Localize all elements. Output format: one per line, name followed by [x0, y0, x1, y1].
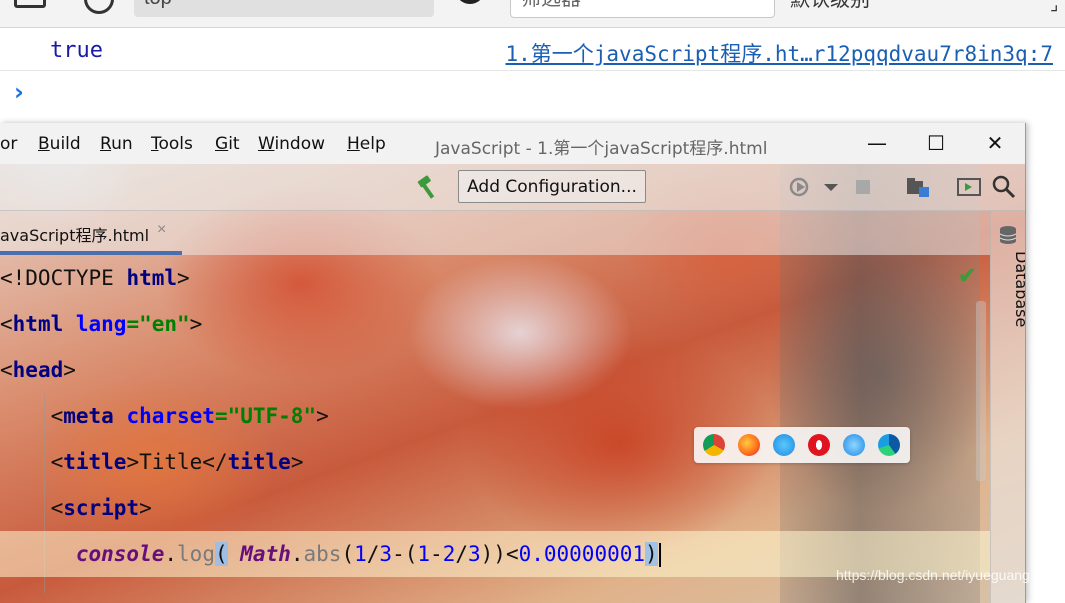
filter-input[interactable]: 筛选器	[510, 0, 775, 18]
menu-tools[interactable]: Tools	[151, 134, 193, 154]
opera-icon[interactable]	[808, 434, 830, 456]
project-structure-icon[interactable]	[904, 173, 932, 201]
no-problems-check-icon[interactable]: ✔	[958, 263, 976, 289]
tab-javascript-file[interactable]: avaScript程序.html ×	[0, 211, 182, 255]
sidebar-toggle-icon[interactable]	[14, 0, 46, 8]
close-tab-icon[interactable]: ×	[157, 221, 166, 239]
clear-console-icon[interactable]	[84, 0, 114, 14]
ide-window: or Build Run Tools Git Window Help JavaS…	[0, 123, 1026, 603]
devtools-toolbar: top 筛选器 默认级别 ⌟	[0, 0, 1065, 28]
code-line: <html lang="en">	[0, 312, 203, 336]
text-caret	[658, 543, 661, 567]
log-levels-dropdown[interactable]: 默认级别	[790, 0, 870, 12]
code-line: <!DOCTYPE html>	[0, 266, 190, 290]
code-line: <meta charset="UTF-8">	[0, 404, 329, 428]
safari-icon[interactable]	[773, 434, 795, 456]
menu-editor-partial[interactable]: or	[0, 134, 17, 154]
settings-corner-icon[interactable]: ⌟	[1050, 0, 1058, 15]
chevron-down-icon[interactable]	[818, 173, 846, 201]
run-with-coverage-icon[interactable]	[787, 173, 815, 201]
right-tool-strip: Database	[990, 211, 1025, 603]
menu-run[interactable]: Run	[100, 134, 133, 154]
firefox-icon[interactable]	[738, 434, 760, 456]
code-line: <head>	[0, 358, 76, 382]
context-selector[interactable]: top	[134, 0, 434, 17]
maximize-button[interactable]: ☐	[907, 123, 965, 164]
minimize-button[interactable]: —	[848, 123, 906, 164]
ie-icon[interactable]	[843, 434, 865, 456]
menu-help[interactable]: Help	[347, 134, 386, 154]
chrome-icon[interactable]	[703, 434, 725, 456]
menu-bar: or Build Run Tools Git Window Help JavaS…	[0, 123, 1025, 164]
menu-window[interactable]: Window	[258, 134, 325, 154]
database-panel-label[interactable]: Database	[1012, 251, 1025, 327]
live-expression-icon[interactable]	[455, 0, 485, 4]
editor-tab-bar: avaScript程序.html ×	[0, 211, 990, 255]
edge-icon[interactable]	[878, 434, 900, 456]
build-hammer-icon[interactable]	[414, 173, 442, 201]
stop-icon[interactable]	[850, 173, 878, 201]
menu-git[interactable]: Git	[215, 134, 240, 154]
search-icon[interactable]	[990, 173, 1018, 201]
editor-scrollbar[interactable]	[976, 301, 986, 481]
code-line: <title>Title</title>	[0, 450, 304, 474]
code-line: <script>	[0, 496, 152, 520]
tab-label: avaScript程序.html	[0, 226, 150, 245]
close-button[interactable]: ✕	[966, 123, 1024, 164]
console-output-value: true	[50, 38, 103, 63]
run-anything-icon[interactable]	[955, 173, 983, 201]
console-prompt-icon[interactable]: ›	[14, 78, 24, 106]
main-toolbar: Add Configuration...	[0, 164, 1025, 211]
console-message-row: true 1.第一个javaScript程序.ht…r12pqqdvau7r8i…	[0, 28, 1065, 71]
watermark-text: https://blog.csdn.net/iyueguang	[836, 567, 1030, 583]
console-source-link[interactable]: 1.第一个javaScript程序.ht…r12pqqdvau7r8in3q:7	[505, 38, 1053, 68]
browser-picker	[694, 427, 910, 463]
database-icon[interactable]	[999, 225, 1017, 245]
window-title: JavaScript - 1.第一个javaScript程序.html	[435, 139, 768, 159]
add-configuration-button[interactable]: Add Configuration...	[458, 170, 646, 203]
menu-build[interactable]: Build	[38, 134, 81, 154]
